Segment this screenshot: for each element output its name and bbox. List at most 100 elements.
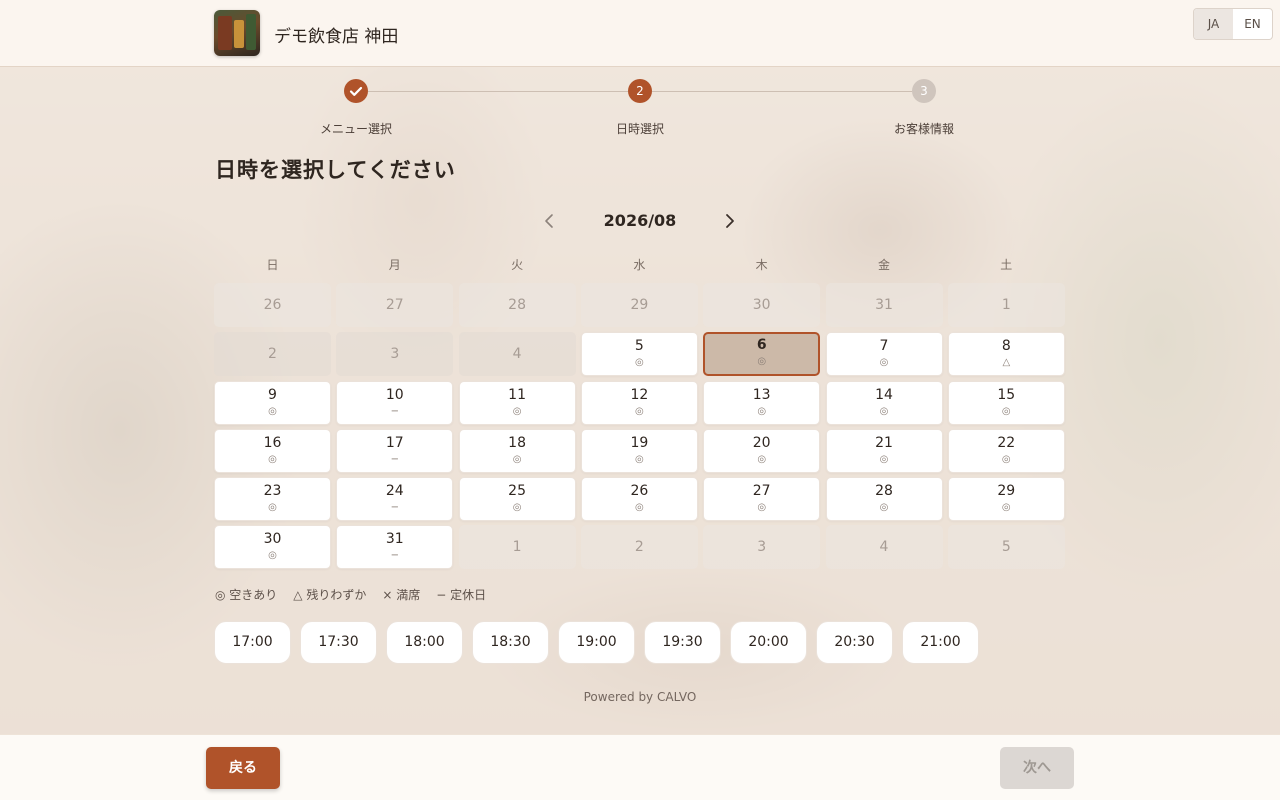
day-number: 5 (634, 338, 644, 354)
calendar-day: 28 (458, 283, 576, 327)
day-number: 29 (630, 297, 649, 313)
shop-name: デモ飲食店 神田 (274, 27, 399, 47)
availability-mark: ◎ (512, 502, 522, 513)
page-title: 日時を選択してください (215, 157, 456, 182)
site-header: デモ飲食店 神田 JA EN (0, 0, 1280, 67)
availability-mark: − (390, 406, 399, 417)
calendar-day: 29 (580, 283, 698, 327)
next-month-button[interactable] (717, 208, 743, 234)
next-button[interactable]: 次へ (1000, 747, 1074, 789)
calendar-day[interactable]: 13 ◎ (703, 381, 821, 425)
powered-by: Powered by CALVO (583, 690, 697, 704)
calendar-day[interactable]: 22 ◎ (947, 429, 1065, 473)
step-2-indicator: 2 (628, 79, 652, 103)
weekday-label: 土 (1000, 258, 1013, 272)
calendar-day[interactable]: 30 ◎ (214, 525, 331, 569)
availability-mark: ◎ (512, 454, 522, 465)
day-number: 2 (268, 346, 277, 362)
calendar-day[interactable]: 14 ◎ (825, 381, 943, 425)
lang-ja-button[interactable]: JA (1194, 9, 1233, 39)
calendar-day[interactable]: 21 ◎ (825, 429, 943, 473)
calendar-day[interactable]: 10 − (336, 381, 454, 425)
time-slot-button[interactable]: 17:00 (214, 621, 291, 664)
calendar-day: 1 (458, 525, 576, 569)
lang-en-button[interactable]: EN (1233, 9, 1272, 39)
time-slot-button[interactable]: 20:30 (816, 621, 893, 664)
day-number: 15 (997, 387, 1016, 403)
availability-mark: ◎ (268, 406, 277, 417)
calendar-day[interactable]: 18 ◎ (458, 429, 576, 473)
calendar-day[interactable]: 25 ◎ (458, 477, 576, 521)
day-number: 27 (385, 297, 404, 313)
calendar-day[interactable]: 15 ◎ (947, 381, 1065, 425)
day-number: 7 (879, 338, 889, 354)
day-number: 28 (875, 483, 893, 499)
time-slot-button[interactable]: 21:00 (902, 621, 979, 664)
availability-mark: ◎ (879, 406, 889, 417)
calendar-day: 5 (947, 525, 1065, 569)
calendar-day[interactable]: 31 − (336, 525, 454, 569)
back-button[interactable]: 戻る (206, 747, 280, 789)
availability-legend: ◎ 空きあり △ 残りわずか × 満席 − 定休日 (215, 586, 486, 603)
day-number: 9 (268, 387, 277, 403)
calendar-day[interactable]: 7 ◎ (825, 332, 943, 376)
time-slot-button[interactable]: 18:00 (386, 621, 463, 664)
month-navigator: 2026/08 (530, 208, 750, 234)
day-number: 26 (630, 483, 649, 499)
calendar-day[interactable]: 24 − (336, 477, 454, 521)
calendar-day: 4 (825, 525, 943, 569)
day-number: 24 (385, 483, 404, 499)
calendar-day: 3 (703, 525, 821, 569)
chevron-right-icon (726, 214, 734, 228)
calendar-day[interactable]: 19 ◎ (580, 429, 698, 473)
step-connector (652, 91, 912, 92)
legend-few-left: △ 残りわずか (293, 588, 367, 602)
weekday-label: 火 (511, 258, 524, 272)
day-number: 1 (512, 539, 522, 555)
availability-mark: − (390, 502, 399, 513)
calendar-day[interactable]: 16 ◎ (214, 429, 331, 473)
day-number: 10 (385, 387, 404, 403)
legend-closed: − 定休日 (436, 588, 487, 602)
day-number: 28 (508, 297, 526, 313)
time-slot-button[interactable]: 20:00 (730, 621, 807, 664)
day-number: 6 (756, 337, 767, 353)
time-slot-button[interactable]: 19:30 (644, 621, 721, 664)
time-slot-button[interactable]: 17:30 (300, 621, 377, 664)
weekday-label: 日 (266, 258, 279, 272)
day-number: 17 (385, 435, 404, 451)
day-number: 31 (875, 297, 893, 313)
day-number: 18 (508, 435, 526, 451)
availability-mark: ◎ (635, 357, 644, 368)
calendar-day-selected[interactable]: 6 ◎ (703, 332, 821, 376)
legend-available: ◎ 空きあり (215, 588, 278, 602)
day-number: 4 (512, 346, 522, 362)
calendar-day[interactable]: 29 ◎ (947, 477, 1065, 521)
calendar-day[interactable]: 27 ◎ (703, 477, 821, 521)
calendar-day[interactable]: 17 − (336, 429, 454, 473)
availability-mark: ◎ (1001, 406, 1011, 417)
calendar-day[interactable]: 28 ◎ (825, 477, 943, 521)
calendar-day[interactable]: 5 ◎ (580, 332, 698, 376)
calendar-day[interactable]: 9 ◎ (214, 381, 331, 425)
time-slot-list: 17:00 17:30 18:00 18:30 19:00 19:30 20:00 20:30… (214, 621, 979, 664)
day-number: 12 (630, 387, 649, 403)
day-number: 23 (263, 483, 282, 499)
step-3-label: お客様情報 (893, 122, 954, 136)
day-number: 29 (997, 483, 1016, 499)
availability-mark: ◎ (757, 502, 767, 513)
time-slot-button[interactable]: 19:00 (558, 621, 635, 664)
availability-mark: ◎ (635, 502, 644, 513)
calendar-day[interactable]: 8 △ (947, 332, 1065, 376)
availability-mark: ◎ (512, 406, 522, 417)
day-number: 19 (630, 435, 649, 451)
availability-mark: ◎ (879, 502, 889, 513)
calendar-day[interactable]: 11 ◎ (458, 381, 576, 425)
calendar-day[interactable]: 20 ◎ (703, 429, 821, 473)
weekday-label: 金 (877, 258, 890, 272)
time-slot-button[interactable]: 18:30 (472, 621, 549, 664)
calendar-day[interactable]: 23 ◎ (214, 477, 331, 521)
calendar-day: 26 (214, 283, 331, 327)
calendar-day[interactable]: 26 ◎ (580, 477, 698, 521)
calendar-day[interactable]: 12 ◎ (580, 381, 698, 425)
